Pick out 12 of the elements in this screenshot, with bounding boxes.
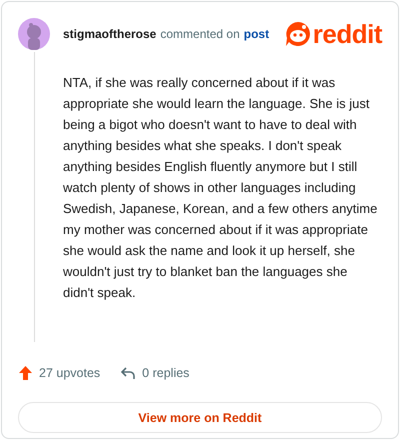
avatar-icon (18, 18, 50, 50)
reddit-wordmark: reddit (312, 21, 382, 47)
comment-text: NTA, if she was really concerned about if it was appropriate she would learn the language. She is just being a bigot who doesn't want to have to deal with anything besides what she speaks. I don't speak anything besides English fluently anymore but I still watch plenty of shows in other languages including Swedish, Japanese, Korean, and a few others anytime my mother was concerned about if it was appropriate she would ask the name and look it up herself, she wouldn't just try to blanket ban the languages she didn't speak. (63, 74, 378, 302)
view-more-button[interactable]: View more on Reddit (18, 402, 382, 433)
upvote-count: 27 upvotes (39, 366, 100, 380)
snoo-icon (284, 21, 311, 47)
author-name[interactable]: stigmaoftherose (63, 27, 156, 41)
reply-icon (120, 366, 136, 380)
post-link[interactable]: post (244, 27, 270, 41)
action-text: commented on (160, 27, 240, 41)
reply-count: 0 replies (142, 366, 190, 380)
upvote-icon (18, 365, 33, 381)
